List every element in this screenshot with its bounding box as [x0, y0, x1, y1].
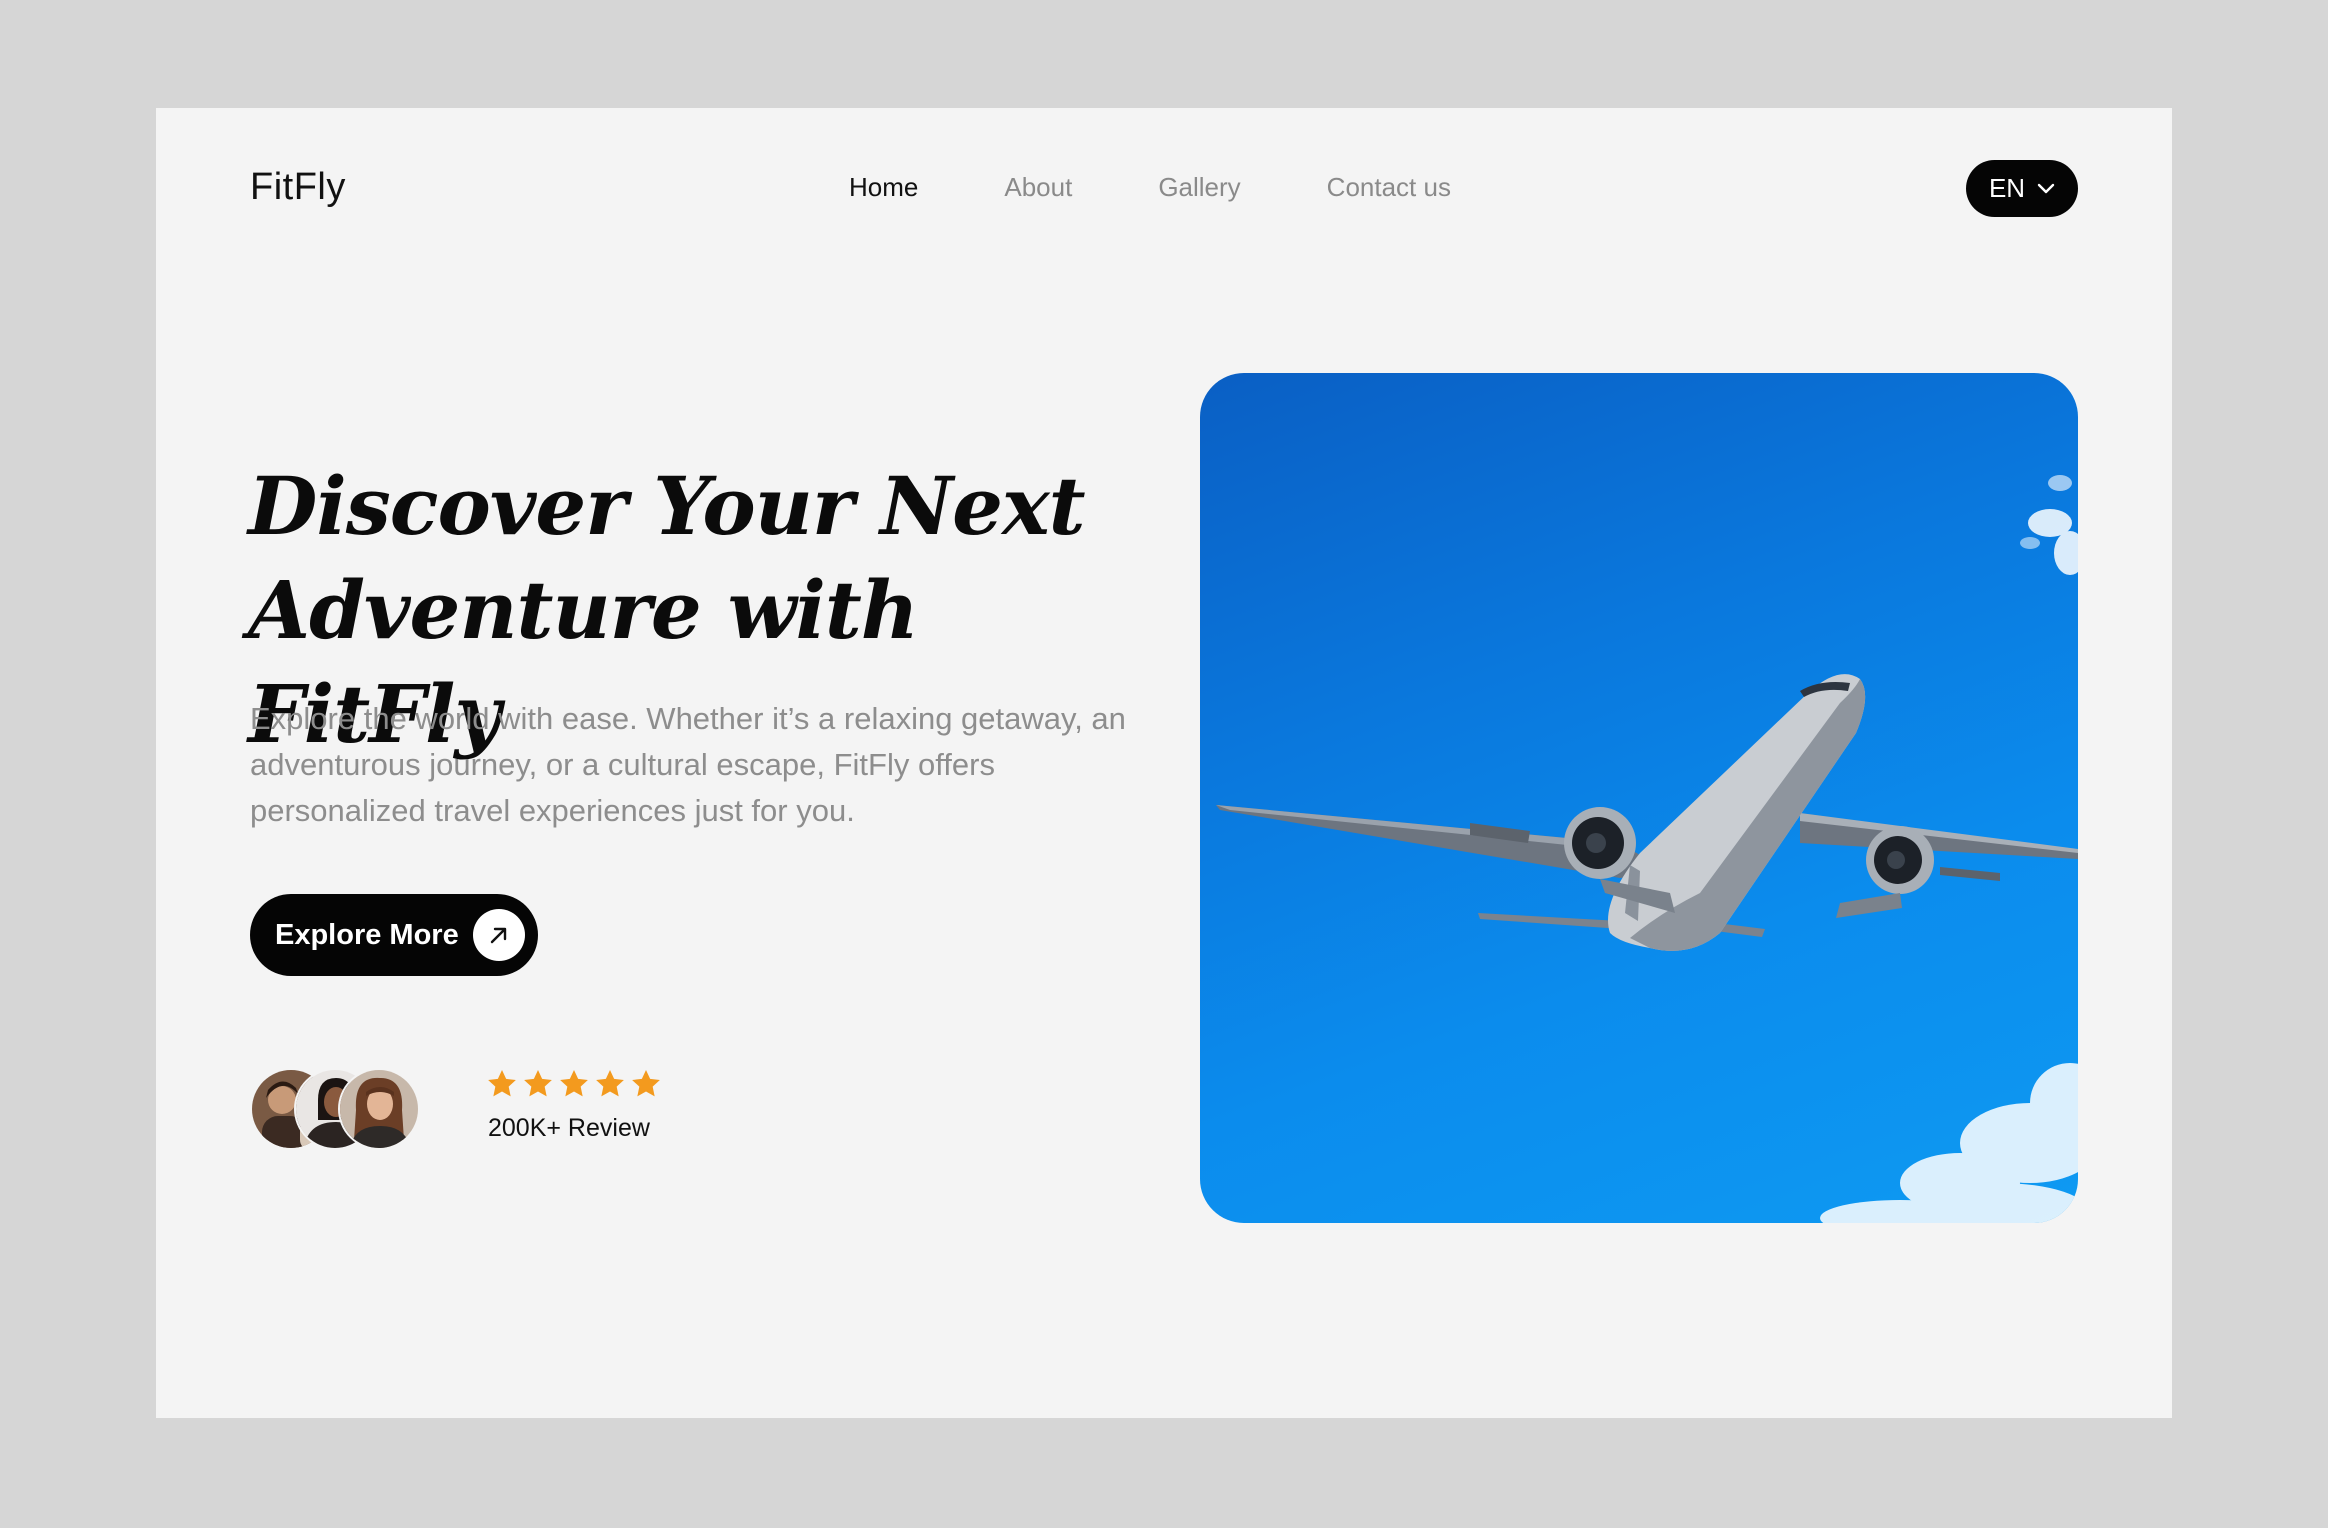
star-icon — [632, 1070, 660, 1097]
nav-home[interactable]: Home — [849, 172, 918, 203]
brand-logo[interactable]: FitFly — [250, 166, 346, 209]
star-icon — [524, 1070, 552, 1097]
main-nav: Home About Gallery Contact us — [849, 172, 1451, 203]
hero-description: Explore the world with ease. Whether it’… — [250, 701, 1126, 828]
nav-about[interactable]: About — [1004, 172, 1072, 203]
nav-gallery[interactable]: Gallery — [1158, 172, 1240, 203]
avatar — [338, 1068, 420, 1150]
headline-line-1: Discover Your Next — [248, 459, 1086, 553]
star-icon — [488, 1070, 516, 1097]
language-label: EN — [1988, 173, 2026, 203]
explore-more-label: Explore More — [275, 918, 459, 951]
explore-more-button[interactable]: Explore More — [250, 894, 538, 976]
chevron-down-icon — [2037, 183, 2055, 193]
star-icon — [560, 1070, 588, 1097]
star-icon — [596, 1070, 624, 1097]
review-count: 200K+ Review — [488, 1114, 650, 1142]
arrow-up-right-icon — [473, 909, 525, 961]
reviewer-avatars — [250, 1068, 460, 1150]
rating-stars — [486, 1068, 662, 1100]
landing-page: FitFly Home About Gallery Contact us EN … — [156, 108, 2172, 1418]
airplane-photo — [1200, 373, 2078, 1223]
language-selector[interactable]: EN — [1966, 160, 2078, 217]
nav-contact[interactable]: Contact us — [1327, 172, 1451, 203]
